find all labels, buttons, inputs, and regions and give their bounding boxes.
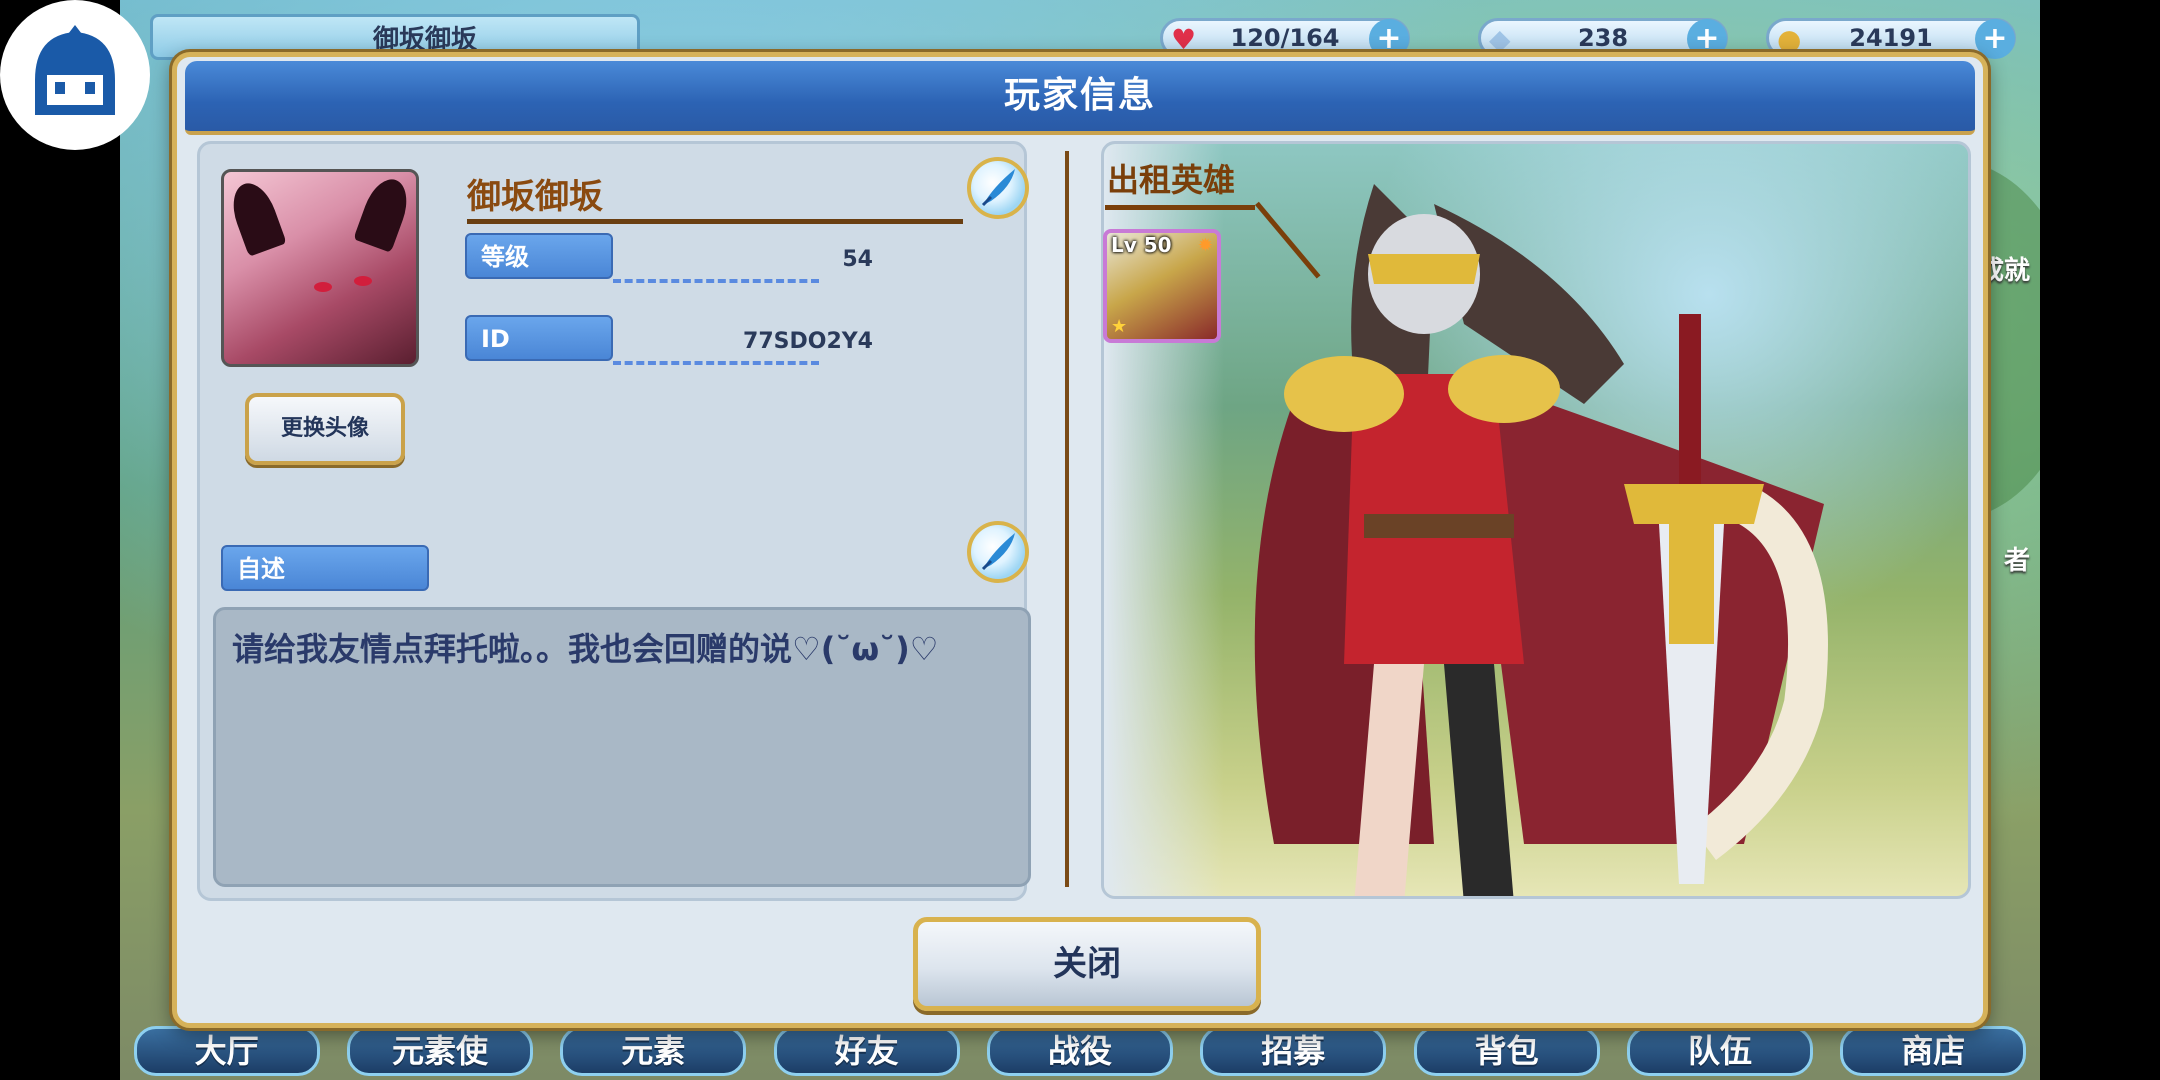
hero-illustration	[1254, 184, 1828, 896]
side-label-2[interactable]: 者	[2004, 540, 2030, 577]
nav-friends[interactable]: 好友	[773, 1026, 960, 1076]
edit-bio-button[interactable]	[967, 521, 1029, 583]
element-icon: ✹	[1197, 235, 1213, 256]
star-icon: ★	[1111, 316, 1128, 337]
level-dashline	[613, 279, 819, 283]
mascot-icon[interactable]	[0, 0, 150, 150]
close-button[interactable]: 关闭	[913, 917, 1261, 1011]
bio-text: 请给我友情点拜托啦。。我也会回赠的说♡(˘ω˘)♡	[232, 630, 939, 668]
gold-value: 24191	[1849, 24, 1933, 52]
nav-campaign[interactable]: 战役	[986, 1026, 1173, 1076]
player-info-dialog: 玩家信息 御坂御坂 等级 54 ID 77SDO2Y4 更换头像 自述 请给我友…	[172, 52, 1988, 1028]
gems-value: 238	[1577, 24, 1629, 52]
id-label: ID	[465, 315, 613, 361]
nav-shop[interactable]: 商店	[1840, 1026, 2027, 1076]
quill-icon	[981, 169, 1015, 207]
quill-icon	[981, 533, 1015, 571]
nav-team[interactable]: 队伍	[1626, 1026, 1813, 1076]
bio-label: 自述	[221, 545, 429, 591]
rental-hero-panel	[1101, 141, 1971, 899]
nav-element[interactable]: 元素	[560, 1026, 747, 1076]
nav-lobby[interactable]: 大厅	[133, 1026, 320, 1076]
id-value: 77SDO2Y4	[743, 329, 873, 354]
level-value: 54	[842, 247, 873, 272]
nav-elementalist[interactable]: 元素使	[346, 1026, 533, 1076]
panel-divider	[1065, 151, 1069, 887]
name-underline	[467, 219, 963, 224]
stamina-value: 120/164	[1230, 24, 1340, 52]
bio-text-box[interactable]: 请给我友情点拜托啦。。我也会回赠的说♡(˘ω˘)♡	[213, 607, 1031, 887]
player-avatar	[221, 169, 419, 367]
hero-level: Lv 50	[1111, 233, 1172, 257]
nav-backpack[interactable]: 背包	[1413, 1026, 1600, 1076]
id-dashline	[613, 361, 819, 365]
nav-recruit[interactable]: 招募	[1200, 1026, 1387, 1076]
player-name: 御坂御坂	[467, 177, 603, 217]
rental-hero-title: 出租英雄	[1107, 161, 1236, 199]
add-gold-button[interactable]: +	[1975, 19, 2015, 59]
dialog-title: 玩家信息	[185, 61, 1975, 135]
change-avatar-button[interactable]: 更换头像	[245, 393, 405, 465]
rental-hero-card[interactable]: Lv 50 ✹ ★	[1103, 229, 1221, 343]
level-label: 等级	[465, 233, 613, 279]
edit-name-button[interactable]	[967, 157, 1029, 219]
hero-title-underline	[1105, 205, 1255, 210]
